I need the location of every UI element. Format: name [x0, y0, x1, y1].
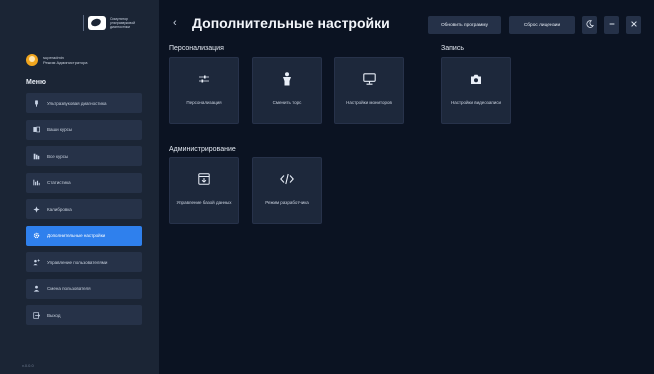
tile-video-settings[interactable]: Настройки видеозаписи	[441, 57, 511, 124]
back-button[interactable]: ‹	[173, 17, 177, 29]
sidebar-menu: Ультразвуковая диагностика Ваши курсы Вс…	[26, 93, 142, 332]
logo-divider	[83, 15, 84, 31]
chevron-left-icon: ‹	[173, 17, 177, 29]
sidebar-item-calibration[interactable]: Калибровка	[26, 199, 142, 219]
sidebar-item-switch-user[interactable]: Смена пользователя	[26, 278, 142, 299]
camera-icon	[442, 72, 510, 86]
code-icon	[253, 172, 321, 186]
close-icon	[630, 20, 638, 30]
tile-personalization[interactable]: Персонализация	[169, 57, 239, 124]
torso-icon	[253, 72, 321, 86]
calibration-icon	[33, 205, 40, 213]
sidebar-item-label: Все курсы	[47, 153, 69, 159]
tile-developer-mode[interactable]: Режим разработчика	[252, 157, 322, 224]
database-download-icon	[170, 172, 238, 186]
sidebar: Симулятор ультразвуковой диагностики sup…	[0, 0, 159, 374]
tile-label: Управление базой данных	[176, 200, 232, 205]
menu-title: Меню	[26, 79, 46, 86]
update-program-button[interactable]: Обновить программу	[428, 16, 501, 34]
section-title-recording: Запись	[441, 45, 464, 52]
user-role: Режим Администратора	[43, 60, 88, 65]
sidebar-item-label: Калибровка	[47, 206, 72, 212]
sidebar-item-logout[interactable]: Выход	[26, 305, 142, 325]
logout-icon	[33, 311, 40, 319]
reset-license-button[interactable]: Сброс лицензии	[509, 16, 575, 34]
sidebar-item-statistics[interactable]: Статистика	[26, 172, 142, 193]
monitor-icon	[335, 72, 403, 86]
minimize-button[interactable]	[604, 16, 619, 34]
tile-label: Настройки видеозаписи	[450, 100, 502, 105]
sidebar-item-label: Выход	[47, 312, 61, 318]
sidebar-item-label: Управление пользователями	[47, 259, 108, 265]
sliders-icon	[170, 72, 238, 86]
sidebar-item-label: Ваши курсы	[47, 127, 73, 132]
tile-database-management[interactable]: Управление базой данных	[169, 157, 239, 224]
avatar	[26, 54, 38, 66]
minimize-icon	[608, 20, 616, 30]
tile-monitor-settings[interactable]: Настройки мониторов	[334, 57, 404, 124]
sidebar-item-additional-settings[interactable]: Дополнительные настройки	[26, 225, 142, 246]
current-user: superadmin Режим Администратора	[26, 54, 88, 66]
tile-label: Сменить торс	[272, 100, 302, 105]
theme-toggle-button[interactable]	[582, 16, 597, 34]
section-title-personalization: Персонализация	[169, 45, 224, 52]
sidebar-item-user-management[interactable]: Управление пользователями	[26, 252, 142, 272]
tile-label: Настройки мониторов	[346, 100, 392, 105]
close-button[interactable]	[626, 16, 641, 34]
sidebar-item-your-courses[interactable]: Ваши курсы	[26, 119, 142, 140]
tile-label: Персонализация	[186, 100, 222, 105]
tile-change-torso[interactable]: Сменить торс	[252, 57, 322, 124]
app-version: v.0.0.0	[22, 363, 34, 368]
logo-text: Симулятор ультразвуковой диагностики	[110, 17, 136, 29]
app-logo: Симулятор ультразвуковой диагностики	[83, 15, 155, 31]
moon-icon	[585, 20, 594, 30]
sidebar-item-label: Статистика	[47, 180, 71, 185]
library-icon	[33, 153, 40, 160]
tile-label: Режим разработчика	[265, 200, 309, 205]
sidebar-item-ultrasound[interactable]: Ультразвуковая диагностика	[26, 93, 142, 113]
section-title-administration: Администрирование	[169, 146, 236, 153]
sidebar-item-label: Дополнительные настройки	[47, 233, 106, 238]
page-title: Дополнительные настройки	[192, 15, 390, 31]
sidebar-item-all-courses[interactable]: Все курсы	[26, 146, 142, 166]
bar-chart-icon	[33, 179, 40, 186]
sidebar-item-label: Ультразвуковая диагностика	[47, 100, 107, 106]
logo-icon	[88, 16, 106, 30]
sidebar-item-label: Смена пользователя	[47, 286, 91, 291]
gear-icon	[33, 232, 40, 239]
ultrasound-icon	[33, 99, 40, 107]
user-icon	[33, 285, 40, 292]
book-icon	[33, 126, 40, 133]
users-icon	[33, 258, 40, 266]
